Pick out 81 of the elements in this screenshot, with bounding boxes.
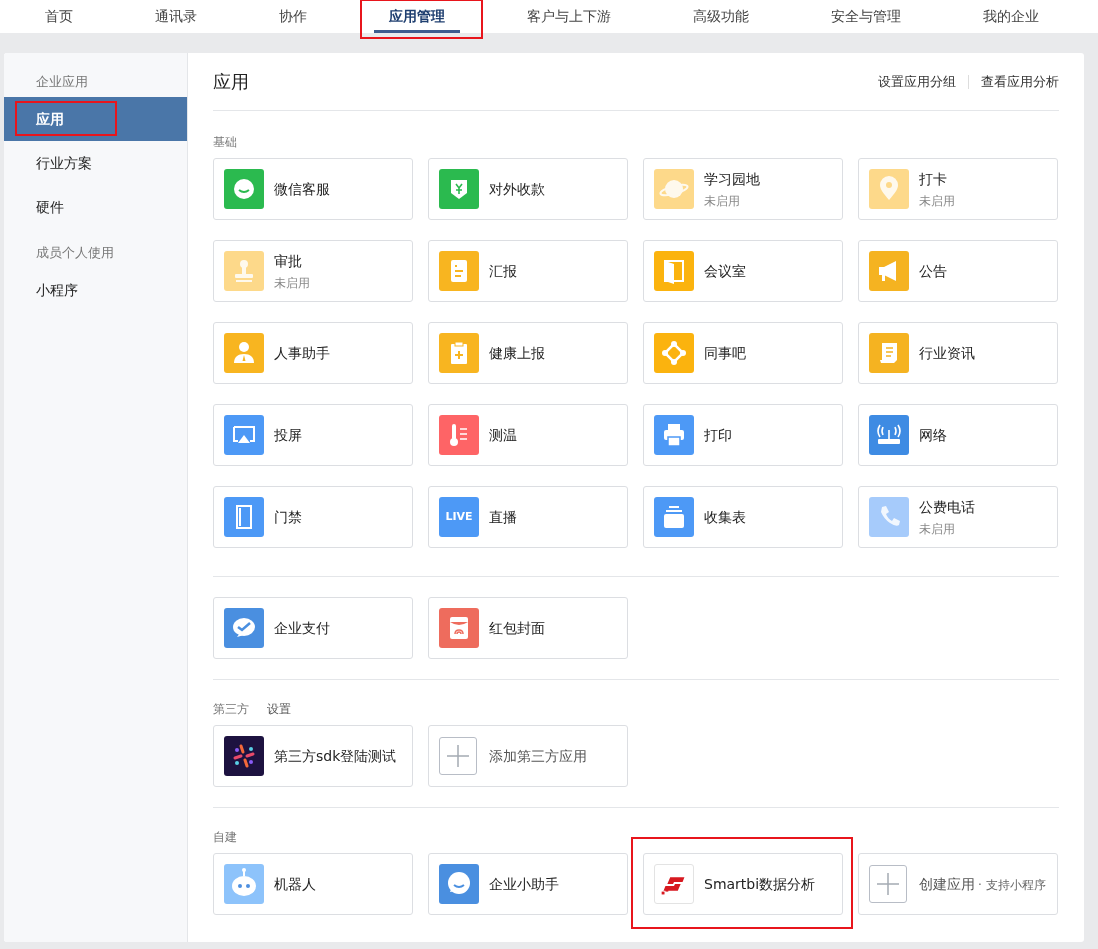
app-tile[interactable]: 健康上报 <box>428 322 628 384</box>
app-tile[interactable]: Smartbi数据分析 <box>643 853 843 915</box>
app-tile[interactable]: 门禁 <box>213 486 413 548</box>
app-status: 未启用 <box>919 520 956 538</box>
header-link[interactable]: 查看应用分析 <box>981 71 1059 92</box>
app-name: Smartbi数据分析 <box>704 874 816 894</box>
nav-tab[interactable]: 应用管理 <box>374 0 460 33</box>
app-name: 健康上报 <box>489 343 545 363</box>
app-tile[interactable]: 汇报 <box>428 240 628 302</box>
app-tile[interactable]: 红包封面 <box>428 597 628 659</box>
app-name: 红包封面 <box>489 618 545 638</box>
app-name: 网络 <box>919 425 947 445</box>
app-icon: LIVE <box>439 497 479 537</box>
app-name: 人事助手 <box>274 343 330 363</box>
app-name: 微信客服 <box>274 179 330 199</box>
app-tile[interactable]: 微信客服 <box>213 158 413 220</box>
app-tile[interactable]: 企业小助手 <box>428 853 628 915</box>
app-tile[interactable]: 添加第三方应用 <box>428 725 628 787</box>
section-title: 第三方 <box>213 701 249 718</box>
app-name: 同事吧 <box>704 343 746 363</box>
app-name: 企业支付 <box>274 618 330 638</box>
sidebar-item[interactable]: 硬件 <box>4 185 187 229</box>
sidebar-heading: 成员个人使用 <box>35 244 115 262</box>
app-tile[interactable]: 创建应用 · 支持小程序 <box>858 853 1058 915</box>
app-name: 测温 <box>489 425 517 445</box>
app-name: 公费电话 <box>919 497 975 517</box>
app-tile[interactable]: LIVE 直播 <box>428 486 628 548</box>
app-name: 第三方sdk登陆测试 <box>274 746 397 766</box>
sidebar-item[interactable]: 应用 <box>4 97 187 141</box>
app-name: 对外收款 <box>489 179 545 199</box>
app-name: 添加第三方应用 <box>489 746 587 766</box>
app-hint: · 支持小程序 <box>978 876 1046 894</box>
app-tile[interactable]: 投屏 <box>213 404 413 466</box>
section-title: 基础 <box>213 134 237 151</box>
nav-tab[interactable]: 高级功能 <box>678 0 764 33</box>
app-tile[interactable]: 收集表 <box>643 486 843 548</box>
app-name: 企业小助手 <box>489 874 559 894</box>
page-title: 应用 <box>213 70 249 93</box>
nav-tab[interactable]: 我的企业 <box>968 0 1054 33</box>
section-title: 自建 <box>213 829 237 846</box>
app-name: 公告 <box>919 261 947 281</box>
app-tile[interactable]: 对外收款 <box>428 158 628 220</box>
app-name: 学习园地 <box>704 169 760 189</box>
app-name: 投屏 <box>274 425 302 445</box>
app-tile[interactable]: 测温 <box>428 404 628 466</box>
app-status: 未启用 <box>704 192 741 210</box>
app-name: 汇报 <box>489 261 517 281</box>
nav-tab[interactable]: 首页 <box>30 0 88 33</box>
app-tile[interactable]: 第三方sdk登陆测试 <box>213 725 413 787</box>
app-tile[interactable]: 会议室 <box>643 240 843 302</box>
nav-tab[interactable]: 客户与上下游 <box>512 0 626 33</box>
nav-tab[interactable]: 通讯录 <box>140 0 212 33</box>
header-link[interactable]: 设置应用分组 <box>878 71 956 92</box>
app-tile[interactable]: 公告 <box>858 240 1058 302</box>
nav-tab[interactable]: 安全与管理 <box>816 0 916 33</box>
app-name: 打卡 <box>919 169 948 189</box>
plus-icon <box>439 737 477 775</box>
settings-link[interactable]: 设置 <box>267 700 291 718</box>
sidebar-item[interactable]: 行业方案 <box>4 141 187 185</box>
app-name: 直播 <box>489 507 517 527</box>
app-tile[interactable]: 人事助手 <box>213 322 413 384</box>
app-name: 打印 <box>704 425 732 445</box>
app-tile[interactable]: 企业支付 <box>213 597 413 659</box>
app-tile[interactable]: 同事吧 <box>643 322 843 384</box>
app-name: 门禁 <box>274 507 302 527</box>
app-tile[interactable]: 机器人 <box>213 853 413 915</box>
app-name: 创建应用 <box>919 874 975 894</box>
app-status: 未启用 <box>919 192 955 210</box>
app-name: 会议室 <box>704 261 746 281</box>
app-status: 未启用 <box>274 274 310 292</box>
nav-tab[interactable]: 协作 <box>264 0 322 33</box>
app-tile[interactable]: 打印 <box>643 404 843 466</box>
sidebar-item[interactable]: 小程序 <box>4 268 187 312</box>
app-tile[interactable]: 行业资讯 <box>858 322 1058 384</box>
app-name: 收集表 <box>704 507 746 527</box>
app-name: 审批 <box>274 251 303 271</box>
app-tile[interactable]: 网络 <box>858 404 1058 466</box>
plus-icon <box>869 865 907 903</box>
sidebar-heading: 企业应用 <box>35 73 89 91</box>
app-name: 行业资讯 <box>919 343 975 363</box>
app-name: 机器人 <box>274 874 316 894</box>
